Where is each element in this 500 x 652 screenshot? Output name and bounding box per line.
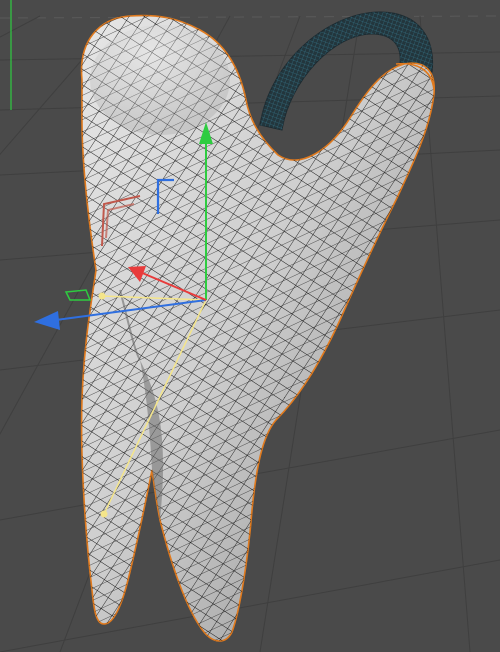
3d-viewport[interactable] bbox=[0, 0, 500, 652]
tooth-mesh[interactable] bbox=[80, 14, 435, 642]
viewport-canvas[interactable] bbox=[0, 0, 500, 652]
light-target-icon[interactable] bbox=[100, 510, 108, 518]
move-z-arrow-icon[interactable] bbox=[34, 311, 60, 330]
rotate-handle-icon[interactable] bbox=[64, 289, 92, 301]
